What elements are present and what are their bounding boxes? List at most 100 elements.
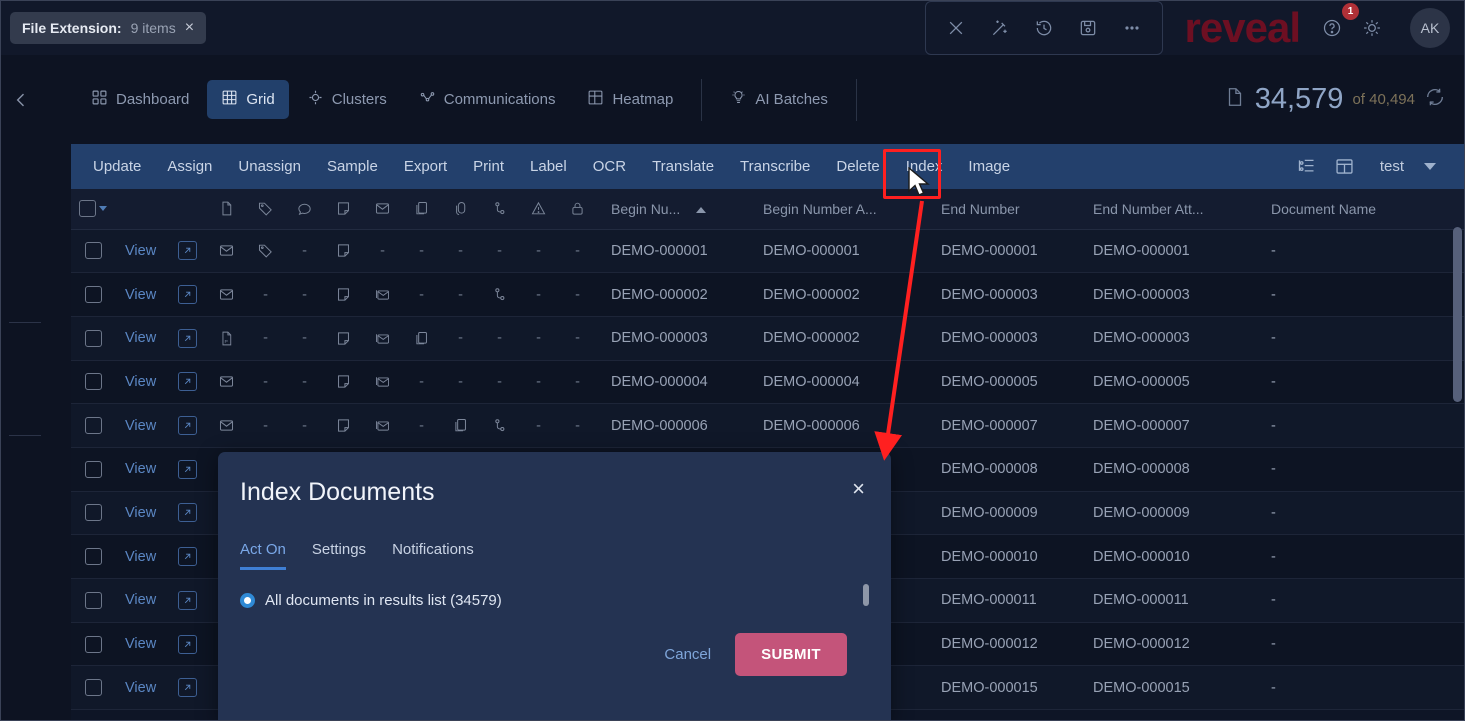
column-attachment-icon[interactable] — [441, 189, 480, 230]
magic-wand-icon[interactable] — [980, 8, 1020, 48]
row-checkbox[interactable] — [84, 286, 102, 304]
view-select-label[interactable]: test — [1368, 158, 1416, 175]
action-label[interactable]: Label — [517, 144, 580, 189]
row-checkbox-cell[interactable] — [71, 272, 115, 317]
row-view-cell[interactable]: View — [115, 360, 167, 405]
close-icon[interactable]: × — [185, 20, 194, 36]
row-checkbox[interactable] — [84, 591, 102, 609]
action-translate[interactable]: Translate — [639, 144, 727, 189]
column-end-number-att[interactable]: End Number Att... — [1079, 189, 1257, 230]
row-icon-cell-4[interactable] — [363, 360, 402, 405]
cancel-button[interactable]: Cancel — [652, 638, 723, 671]
tab-clusters[interactable]: Clusters — [293, 80, 401, 119]
save-icon[interactable] — [1068, 8, 1108, 48]
column-comment-icon[interactable] — [285, 189, 324, 230]
row-checkbox[interactable] — [84, 242, 102, 260]
radio-option-all-documents[interactable]: All documents in results list (34579) — [240, 592, 869, 609]
column-begin-number[interactable]: Begin Nu... — [597, 189, 749, 230]
row-checkbox[interactable] — [84, 548, 102, 566]
row-icon-cell-4[interactable] — [363, 403, 402, 448]
column-end-number[interactable]: End Number — [927, 189, 1079, 230]
row-view-cell[interactable]: View — [115, 665, 167, 711]
history-icon[interactable] — [1024, 8, 1064, 48]
row-checkbox-cell[interactable] — [71, 578, 115, 623]
help-button[interactable]: 1 — [1312, 3, 1359, 48]
row-icon-cell-3[interactable] — [324, 360, 363, 405]
row-view-cell[interactable]: View — [115, 491, 167, 536]
close-icon[interactable]: × — [852, 478, 865, 500]
row-open-cell[interactable] — [167, 403, 207, 448]
tab-heatmap[interactable]: Heatmap — [573, 80, 687, 119]
row-icon-cell-4[interactable] — [363, 272, 402, 317]
column-begin-number-att[interactable]: Begin Number A... — [749, 189, 927, 230]
row-open-cell[interactable] — [167, 316, 207, 361]
column-copy-icon[interactable] — [402, 189, 441, 230]
row-checkbox-cell[interactable] — [71, 491, 115, 536]
select-all-header[interactable] — [71, 189, 115, 230]
table-row[interactable]: View - - - - - DEMO-000006 DEMO-000006 DEMO-0000… — [71, 403, 1464, 448]
row-open-cell[interactable] — [167, 360, 207, 405]
row-checkbox-cell[interactable] — [71, 447, 115, 492]
row-view-cell[interactable]: View — [115, 534, 167, 579]
row-view-cell[interactable]: View — [115, 272, 167, 317]
column-note-icon[interactable] — [324, 189, 363, 230]
row-checkbox[interactable] — [84, 460, 102, 478]
row-icon-cell-3[interactable] — [324, 403, 363, 448]
row-open-cell[interactable] — [167, 229, 207, 274]
sidebar-collapse-chevron-left-icon[interactable] — [7, 90, 35, 110]
row-open-cell[interactable] — [167, 491, 207, 536]
row-checkbox-cell[interactable] — [71, 622, 115, 667]
modal-scrollbar-thumb[interactable] — [863, 584, 869, 606]
grid-scrollbar-thumb[interactable] — [1453, 227, 1462, 402]
avatar[interactable]: AK — [1410, 8, 1450, 48]
row-icon-cell-0[interactable] — [207, 403, 246, 448]
column-envelope-icon[interactable] — [363, 189, 402, 230]
row-view-cell[interactable]: View — [115, 622, 167, 667]
row-icon-cell-6[interactable] — [441, 403, 480, 448]
row-icon-cell-7[interactable] — [480, 403, 519, 448]
row-icon-cell-0[interactable] — [207, 360, 246, 405]
row-checkbox-cell[interactable] — [71, 534, 115, 579]
tab-communications[interactable]: Communications — [405, 80, 570, 119]
row-checkbox[interactable] — [84, 679, 102, 697]
table-row[interactable]: View P - - - - - - DEMO-000003 DEMO-000002 DEMO-00… — [71, 316, 1464, 361]
column-branch-icon[interactable] — [480, 189, 519, 230]
row-icon-cell-5[interactable] — [402, 316, 441, 361]
tab-dashboard[interactable]: Dashboard — [77, 80, 203, 119]
radio-button[interactable] — [240, 593, 255, 608]
grid-scrollbar[interactable] — [1453, 189, 1462, 718]
chevron-down-icon[interactable] — [1424, 163, 1436, 170]
column-lock-icon[interactable] — [558, 189, 597, 230]
field-list-icon[interactable] — [1292, 152, 1322, 182]
action-unassign[interactable]: Unassign — [225, 144, 314, 189]
action-update[interactable]: Update — [71, 144, 154, 189]
close-icon[interactable] — [936, 8, 976, 48]
filter-chip-file-extension[interactable]: File Extension: 9 items × — [10, 12, 207, 44]
row-checkbox[interactable] — [84, 373, 102, 391]
table-row[interactable]: View - - - - - - - DEMO-000004 DEMO-000004 DEMO-00… — [71, 360, 1464, 405]
row-checkbox[interactable] — [84, 417, 102, 435]
column-warning-icon[interactable] — [519, 189, 558, 230]
modal-tab-act-on[interactable]: Act On — [240, 541, 286, 570]
row-open-cell[interactable] — [167, 622, 207, 667]
row-checkbox-cell[interactable] — [71, 403, 115, 448]
action-assign[interactable]: Assign — [154, 144, 225, 189]
row-checkbox-cell[interactable] — [71, 665, 115, 711]
table-row[interactable]: View - - - - - - - DEMO-000001 DEMO-000001 DEMO-00… — [71, 229, 1464, 274]
row-view-cell[interactable]: View — [115, 403, 167, 448]
action-print[interactable]: Print — [460, 144, 517, 189]
row-icon-cell-0[interactable] — [207, 229, 246, 274]
modal-tab-settings[interactable]: Settings — [312, 541, 366, 570]
row-view-cell[interactable]: View — [115, 578, 167, 623]
row-open-cell[interactable] — [167, 272, 207, 317]
row-view-cell[interactable]: View — [115, 229, 167, 274]
action-index[interactable]: Index — [893, 144, 956, 189]
row-icon-cell-0[interactable]: P — [207, 316, 246, 361]
row-open-cell[interactable] — [167, 665, 207, 711]
action-image[interactable]: Image — [955, 144, 1023, 189]
table-row[interactable]: View - - - - - - DEMO-000002 DEMO-000002 DEMO-000… — [71, 272, 1464, 317]
row-checkbox-cell[interactable] — [71, 316, 115, 361]
refresh-icon[interactable] — [1424, 86, 1446, 113]
column-tag-icon[interactable] — [246, 189, 285, 230]
row-checkbox[interactable] — [84, 635, 102, 653]
